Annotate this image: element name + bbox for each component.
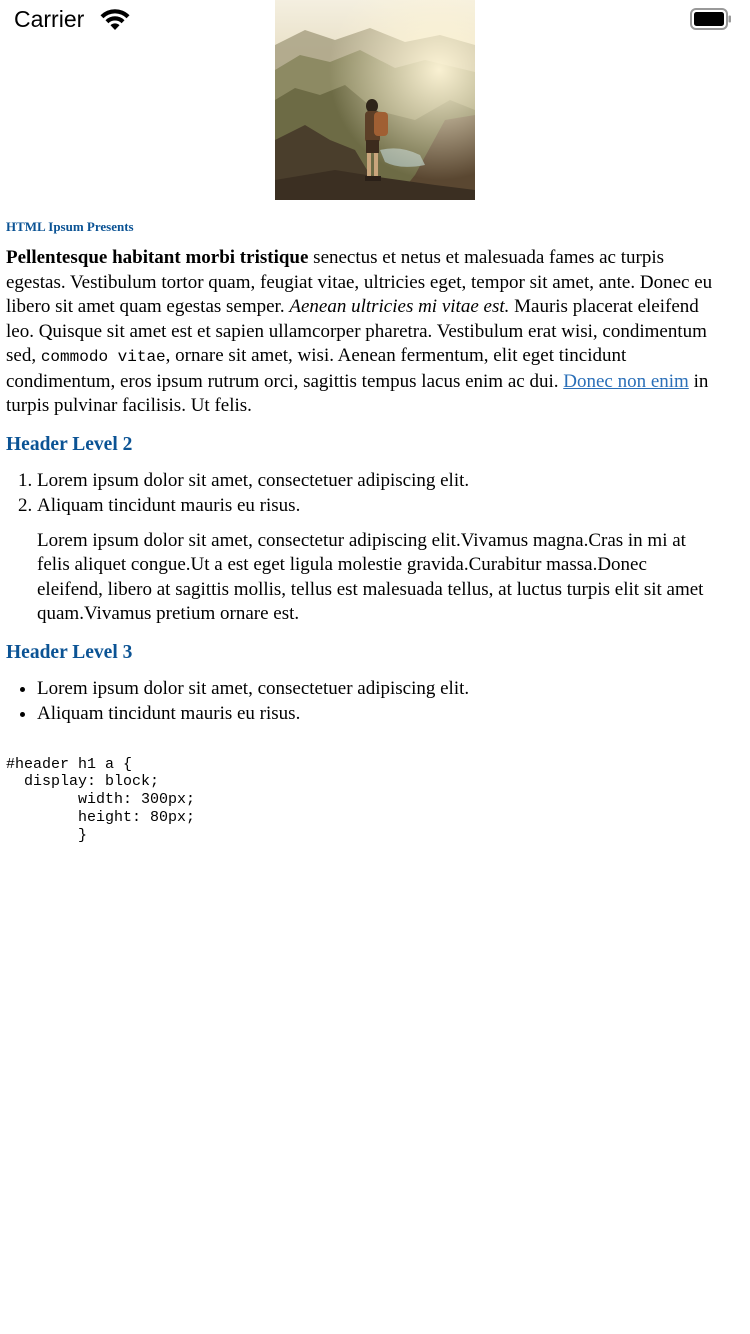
hero-image [275, 0, 475, 200]
code-block: #header h1 a { display: block; width: 30… [6, 755, 196, 844]
intro-bold: Pellentesque habitant morbi tristique [6, 247, 309, 268]
intro-code: commodo vitae [40, 348, 166, 366]
list-item: Lorem ipsum dolor sit amet, consectetuer… [37, 676, 728, 701]
header-level-3: Header Level 3 [6, 641, 133, 663]
article-kicker: HTML Ipsum Presents [6, 219, 134, 234]
intro-paragraph: Pellentesque habitant morbi tristique se… [6, 246, 728, 419]
ordered-list: Lorem ipsum dolor sit amet, consectetuer… [6, 468, 728, 518]
header-level-2: Header Level 2 [6, 433, 133, 455]
article: HTML Ipsum Presents Pellentesque habitan… [6, 218, 728, 844]
list-item: Aliquam tincidunt mauris eu risus. [37, 701, 728, 726]
list-item: Lorem ipsum dolor sit amet, consectetuer… [37, 468, 728, 493]
donec-link[interactable]: Donec non enim [563, 371, 689, 392]
unordered-list: Lorem ipsum dolor sit amet, consectetuer… [6, 676, 728, 726]
mountain-hiker-image [275, 0, 475, 200]
intro-italic: Aenean ultricies mi vitae est. [289, 296, 510, 317]
list-item: Aliquam tincidunt mauris eu risus. [37, 493, 728, 518]
battery-icon [690, 8, 731, 30]
blockquote: Lorem ipsum dolor sit amet, consectetur … [37, 529, 704, 625]
